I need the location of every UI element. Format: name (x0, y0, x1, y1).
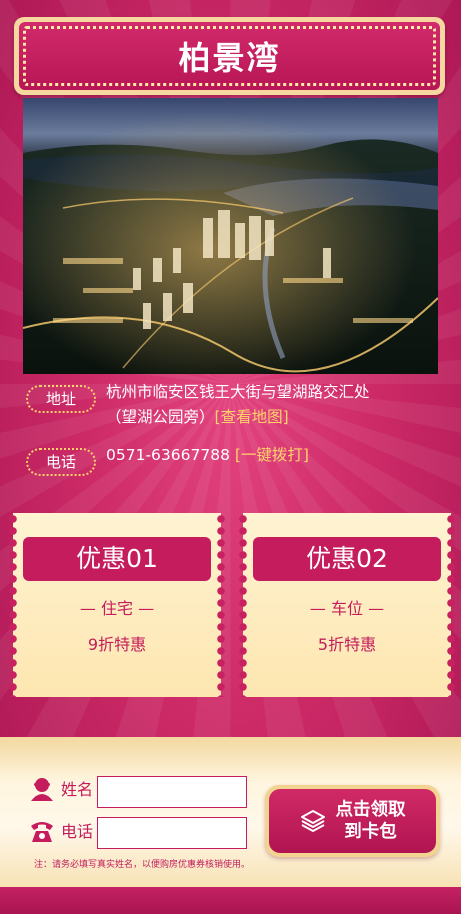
page-title: 柏景湾 (178, 39, 281, 77)
title-banner-inner: 柏景湾 (19, 22, 440, 90)
name-input[interactable] (97, 776, 247, 808)
claim-coupon-button-inner: 点击领取 到卡包 (269, 789, 436, 853)
user-icon (31, 778, 53, 801)
view-map-link[interactable]: [查看地图] (215, 408, 289, 426)
coupon-title: 优惠01 (23, 537, 211, 581)
phone-number: 0571-63667788 (106, 446, 230, 464)
coupon-card-1[interactable]: 优惠01 — 住宅 — 9折特惠 (9, 513, 225, 697)
phone-row: 0571-63667788 [一键拨打] (106, 443, 309, 467)
bottom-bar (0, 887, 461, 914)
claim-coupon-button[interactable]: 点击领取 到卡包 (265, 785, 440, 857)
aerial-city-image (23, 98, 438, 374)
address-tag: 地址 (26, 385, 96, 413)
phone-input[interactable] (97, 817, 247, 849)
address-line2: （望湖公园旁） (106, 408, 215, 426)
telephone-icon (31, 822, 53, 842)
layers-icon (300, 810, 325, 832)
coupon-offer: 5折特惠 (317, 635, 377, 654)
phone-field-label: 电话 (61, 822, 94, 841)
phone-tag: 电话 (26, 448, 96, 476)
address-line1: 杭州市临安区钱王大街与望湖路交汇处 (106, 383, 370, 401)
coupon-title: 优惠02 (253, 537, 441, 581)
claim-coupon-label: 点击领取 到卡包 (335, 800, 406, 842)
address-line2-row: （望湖公园旁）[查看地图] (106, 405, 289, 429)
call-now-link[interactable]: [一键拨打] (235, 446, 309, 464)
coupon-card-2[interactable]: 优惠02 — 车位 — 5折特惠 (239, 513, 455, 697)
name-label: 姓名 (61, 780, 94, 799)
page: 柏景湾 地址 杭州市临安区钱王大街与望湖路交汇处 （望湖公园旁）[查看地图] 电… (0, 0, 461, 914)
form-note: 注：请务必填写真实姓名，以便购房优惠券核销使用。 (34, 860, 251, 870)
title-banner: 柏景湾 (14, 17, 445, 95)
coupon-type: — 车位 — (309, 599, 385, 618)
aerial-city-illustration (23, 98, 438, 374)
coupon-type: — 住宅 — (79, 599, 155, 618)
coupon-offer: 9折特惠 (87, 635, 147, 654)
